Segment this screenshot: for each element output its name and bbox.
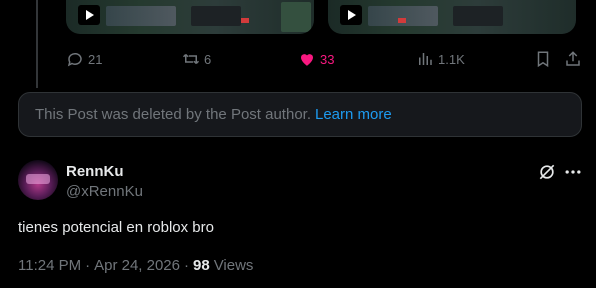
bookmark-button[interactable] (534, 47, 552, 71)
post-date[interactable]: Apr 24, 2026 (94, 257, 180, 274)
analytics-icon (419, 53, 432, 65)
views-button[interactable]: 1.1K (416, 47, 465, 71)
repost-icon (182, 53, 200, 65)
like-count: 33 (320, 51, 335, 67)
play-icon[interactable] (78, 5, 100, 25)
video-thumbnail[interactable] (328, 0, 576, 34)
post-meta: 11:24 PM · Apr 24, 2026 · 98 Views (18, 257, 253, 274)
post-text: tienes potencial en roblox bro (18, 219, 214, 236)
user-handle[interactable]: @xRennKu (66, 183, 143, 200)
learn-more-link[interactable]: Learn more (315, 106, 392, 123)
display-name[interactable]: RennKu (66, 163, 124, 180)
repost-button[interactable]: 6 (182, 47, 211, 71)
deleted-post-notice: This Post was deleted by the Post author… (18, 92, 582, 137)
reply-button[interactable]: 21 (66, 47, 102, 71)
play-icon[interactable] (340, 5, 362, 25)
deleted-notice-text: This Post was deleted by the Post author… (35, 106, 311, 123)
heart-filled-icon (301, 54, 313, 66)
reply-count: 21 (88, 51, 103, 67)
views-count: 1.1K (438, 51, 465, 67)
bookmark-icon (537, 51, 549, 68)
meta-separator: · (85, 257, 91, 274)
views-label: Views (213, 257, 254, 274)
post-time[interactable]: 11:24 PM (18, 257, 81, 274)
avatar[interactable] (18, 160, 58, 200)
thread-connector-line (36, 0, 38, 88)
share-button[interactable] (564, 47, 582, 71)
post-action-bar: 21 6 33 1.1K (66, 47, 586, 71)
reply-icon (67, 52, 82, 67)
share-icon (566, 51, 580, 66)
video-thumbnail[interactable] (66, 0, 314, 34)
meta-separator: · (184, 257, 189, 274)
more-icon[interactable] (563, 162, 583, 182)
grok-icon[interactable] (537, 162, 557, 182)
repost-count: 6 (204, 51, 212, 67)
media-row (66, 0, 586, 34)
like-button[interactable]: 33 (298, 47, 334, 71)
views-count: 98 (193, 257, 210, 274)
